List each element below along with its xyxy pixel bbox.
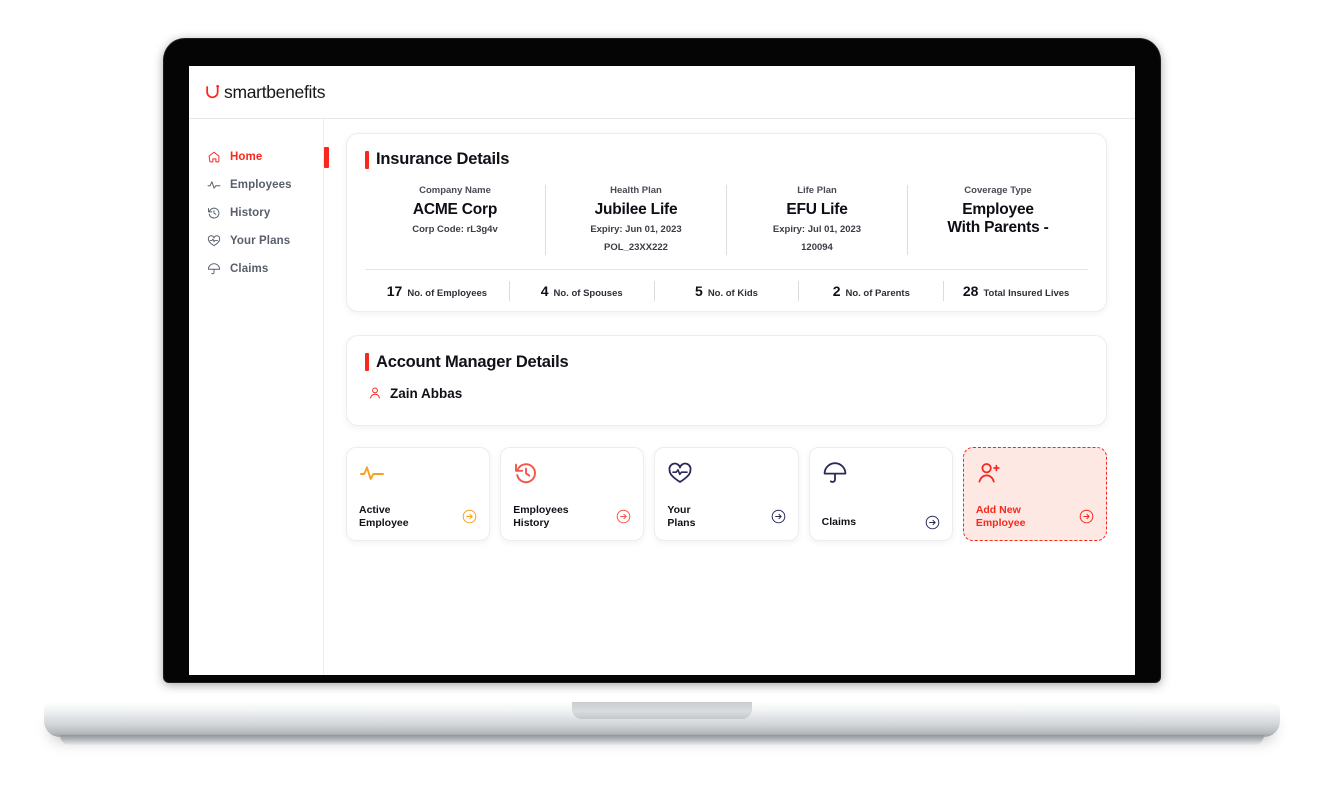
- insurance-plan-columns: Company Name ACME Corp Corp Code: rL3g4v…: [365, 185, 1088, 255]
- sidebar-item-label: Claims: [230, 263, 269, 275]
- sidebar-item-employees[interactable]: Employees: [189, 171, 323, 199]
- stat-number: 5: [695, 282, 703, 299]
- umbrella-icon: [823, 462, 846, 483]
- plan-value: Employee With Parents -: [947, 201, 1049, 237]
- tile-label: Claims: [821, 515, 857, 528]
- home-icon: [208, 151, 220, 163]
- stat-spouses: 4 No. of Spouses: [510, 280, 655, 301]
- clock-back-icon: [515, 463, 537, 484]
- laptop-base: [44, 703, 1280, 737]
- brand-name: smartbenefits: [224, 81, 326, 102]
- plan-label: Coverage Type: [964, 185, 1032, 196]
- plan-value: Jubilee Life: [594, 201, 678, 218]
- sidebar-item-label: Employees: [230, 179, 292, 191]
- stat-parents: 2 No. of Parents: [799, 280, 945, 301]
- sidebar-item-your-plans[interactable]: Your Plans: [189, 227, 323, 255]
- umbrella-icon: [207, 263, 221, 275]
- laptop-mockup-scene: smartbenefits Home Employees History You…: [0, 0, 1324, 794]
- arrow-right-circle-icon[interactable]: [1079, 509, 1094, 524]
- stat-total-lives: 28 Total Insured Lives: [944, 281, 1088, 301]
- plan-sub-1: Corp Code: rL3g4v: [412, 224, 498, 236]
- sidebar-item-label: Your Plans: [230, 235, 291, 247]
- section-title: Account Manager Details: [376, 352, 569, 371]
- activity-icon: [207, 181, 221, 189]
- plan-column-life: Life Plan EFU Life Expiry: Jul 01, 2023 …: [727, 185, 908, 255]
- plan-label: Company Name: [419, 185, 491, 196]
- account-manager-person: Zain Abbas: [365, 386, 1088, 401]
- insurance-details-card: Insurance Details Company Name ACME Corp…: [346, 133, 1107, 312]
- clock-back-icon: [208, 207, 220, 219]
- plan-value: ACME Corp: [412, 201, 498, 218]
- tile-add-new-employee[interactable]: Add New Employee: [962, 446, 1108, 541]
- brand-logo[interactable]: smartbenefits: [205, 82, 325, 103]
- plan-sub-1: Expiry: Jul 01, 2023: [772, 224, 862, 236]
- title-accent-bar: [365, 150, 369, 169]
- arrow-right-circle-icon[interactable]: [616, 509, 631, 524]
- tile-bottom-row: Employees History: [513, 504, 631, 530]
- tile-bottom-row: Active Employee: [359, 504, 477, 530]
- insurance-details-title-row: Insurance Details: [365, 150, 1088, 169]
- account-manager-name: Zain Abbas: [390, 385, 463, 401]
- laptop-base-foot: [60, 735, 1264, 745]
- plan-value: EFU Life: [786, 201, 848, 218]
- stat-employees: 17 No. of Employees: [365, 280, 510, 301]
- stat-number: 2: [832, 282, 841, 299]
- arrow-right-circle-icon[interactable]: [771, 509, 786, 524]
- tile-your-plans[interactable]: Your Plans: [654, 446, 799, 541]
- plan-sub-2: 120094: [801, 242, 833, 254]
- tile-label: Your Plans: [667, 503, 696, 529]
- tile-claims[interactable]: Claims: [808, 446, 953, 541]
- sidebar-item-home[interactable]: Home: [189, 143, 329, 171]
- account-manager-card: Account Manager Details Zain Abbas: [346, 334, 1107, 426]
- stat-label: Total Insured Lives: [983, 287, 1070, 299]
- plan-sub-1: Expiry: Jun 01, 2023: [590, 224, 682, 236]
- app-header: smartbenefits: [189, 66, 1135, 119]
- sidebar-item-claims[interactable]: Claims: [189, 255, 323, 283]
- arrow-right-circle-icon[interactable]: [925, 515, 940, 530]
- sidebar: Home Employees History Your Plans Claims: [189, 119, 329, 675]
- account-manager-title-row: Account Manager Details: [365, 353, 1088, 372]
- heart-pulse-icon: [207, 235, 221, 247]
- stat-number: 4: [540, 282, 549, 299]
- plan-column-health: Health Plan Jubilee Life Expiry: Jun 01,…: [546, 185, 727, 255]
- stat-number: 17: [386, 282, 403, 299]
- app-body: Home Employees History Your Plans Claims…: [189, 119, 1135, 675]
- plan-label: Life Plan: [797, 185, 837, 196]
- stat-kids: 5 No. of Kids: [655, 280, 800, 301]
- page-title: Insurance Details: [376, 150, 510, 168]
- stat-label: No. of Parents: [845, 287, 910, 299]
- sidebar-item-label: History: [230, 207, 271, 219]
- insurance-stats-row: 17 No. of Employees 4 No. of Spouses 5 N…: [365, 268, 1088, 301]
- active-indicator: [324, 147, 329, 168]
- tile-label: Employees History: [513, 503, 569, 529]
- heart-pulse-icon: [668, 462, 692, 483]
- stat-label: No. of Employees: [407, 287, 488, 299]
- user-plus-icon: [978, 463, 1000, 483]
- tile-employees-history[interactable]: Employees History: [500, 446, 645, 541]
- stat-label: No. of Kids: [707, 287, 758, 299]
- tile-label: Add New Employee: [975, 503, 1026, 529]
- tile-bottom-row: Claims: [822, 515, 940, 530]
- tile-bottom-row: Your Plans: [667, 504, 785, 530]
- tile-label: Active Employee: [359, 503, 409, 529]
- stat-label: No. of Spouses: [553, 287, 623, 299]
- plan-label: Health Plan: [610, 185, 662, 196]
- arrow-right-circle-icon[interactable]: [462, 509, 477, 524]
- sidebar-item-history[interactable]: History: [189, 199, 323, 227]
- main-content: Insurance Details Company Name ACME Corp…: [324, 119, 1135, 675]
- stat-number: 28: [962, 282, 979, 299]
- activity-icon: [360, 466, 384, 480]
- tile-active-employee[interactable]: Active Employee: [346, 446, 491, 541]
- tile-bottom-row: Add New Employee: [976, 504, 1094, 530]
- plan-column-company: Company Name ACME Corp Corp Code: rL3g4v: [365, 185, 546, 255]
- user-icon: [370, 387, 380, 399]
- sidebar-item-label: Home: [230, 151, 263, 163]
- horseshoe-u-mark-icon: [206, 84, 220, 99]
- title-accent-bar: [365, 353, 369, 372]
- plan-column-coverage: Coverage Type Employee With Parents -: [908, 185, 1088, 255]
- plan-sub-2: POL_23XX222: [604, 242, 668, 254]
- quick-action-tiles: Active Employee Employees History Your P…: [346, 446, 1108, 541]
- app-screen: smartbenefits Home Employees History You…: [189, 66, 1135, 675]
